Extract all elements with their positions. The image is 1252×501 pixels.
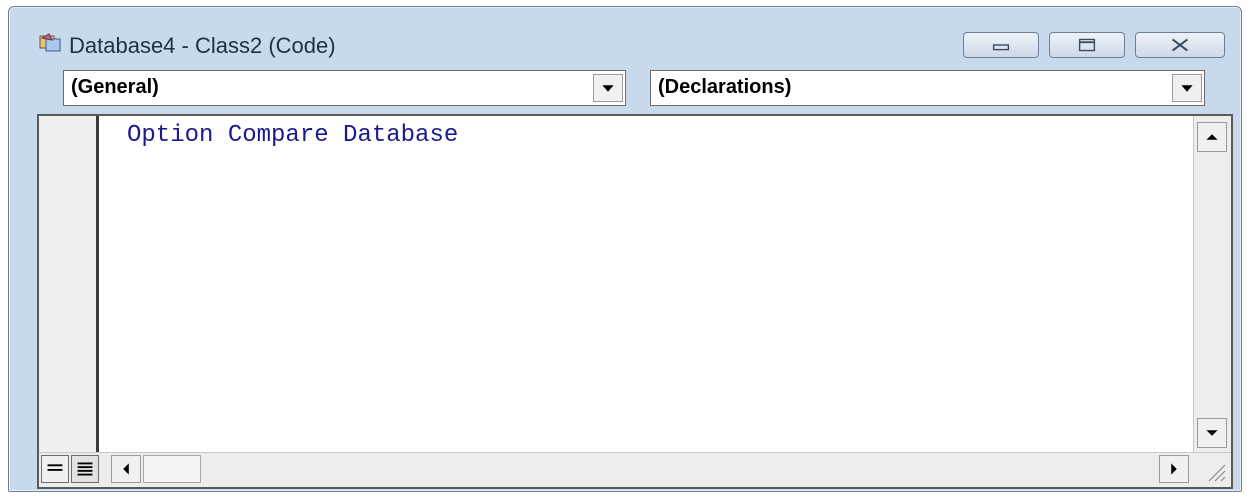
full-module-view-icon <box>77 462 93 476</box>
procedure-view-icon <box>47 464 63 471</box>
arrow-up-icon <box>1206 134 1218 140</box>
procedure-combo-dropdown-button[interactable] <box>1172 74 1202 102</box>
object-combo-value: (General) <box>71 76 159 98</box>
procedure-combo-value: (Declarations) <box>658 76 792 98</box>
close-button[interactable] <box>1135 32 1225 58</box>
maximize-button[interactable] <box>1049 32 1125 58</box>
code-window: Database4 - Class2 (Code) (General) (Dec… <box>8 6 1242 492</box>
procedure-view-button[interactable] <box>41 455 69 483</box>
code-line[interactable]: Option Compare Database <box>127 122 458 149</box>
maximize-icon <box>1078 38 1096 52</box>
code-editor[interactable]: Option Compare Database <box>37 114 1233 489</box>
chevron-down-icon <box>602 85 614 92</box>
arrow-down-icon <box>1206 430 1218 436</box>
procedure-combo[interactable]: (Declarations) <box>650 70 1205 106</box>
arrow-right-icon <box>1171 463 1177 475</box>
scroll-up-button[interactable] <box>1197 122 1227 152</box>
object-combo[interactable]: (General) <box>63 70 626 106</box>
scroll-left-button[interactable] <box>111 455 141 483</box>
arrow-left-icon <box>123 463 129 475</box>
code-text-area[interactable]: Option Compare Database <box>99 116 1193 452</box>
scroll-down-button[interactable] <box>1197 418 1227 448</box>
title-bar[interactable]: Database4 - Class2 (Code) <box>9 7 1241 58</box>
bottom-bar <box>39 452 1231 487</box>
object-combo-dropdown-button[interactable] <box>593 74 623 102</box>
scroll-right-button[interactable] <box>1159 455 1189 483</box>
minimize-button[interactable] <box>963 32 1039 58</box>
close-icon <box>1172 38 1188 52</box>
horizontal-scroll-thumb[interactable] <box>143 455 201 483</box>
window-title: Database4 - Class2 (Code) <box>69 33 336 58</box>
vertical-scrollbar[interactable] <box>1193 116 1231 452</box>
vba-project-icon <box>39 33 63 53</box>
full-module-view-button[interactable] <box>71 455 99 483</box>
minimize-icon <box>992 44 1010 51</box>
chevron-down-icon <box>1181 85 1193 92</box>
margin-indicator-bar[interactable] <box>39 116 99 456</box>
resize-grip-icon[interactable] <box>1199 457 1229 485</box>
